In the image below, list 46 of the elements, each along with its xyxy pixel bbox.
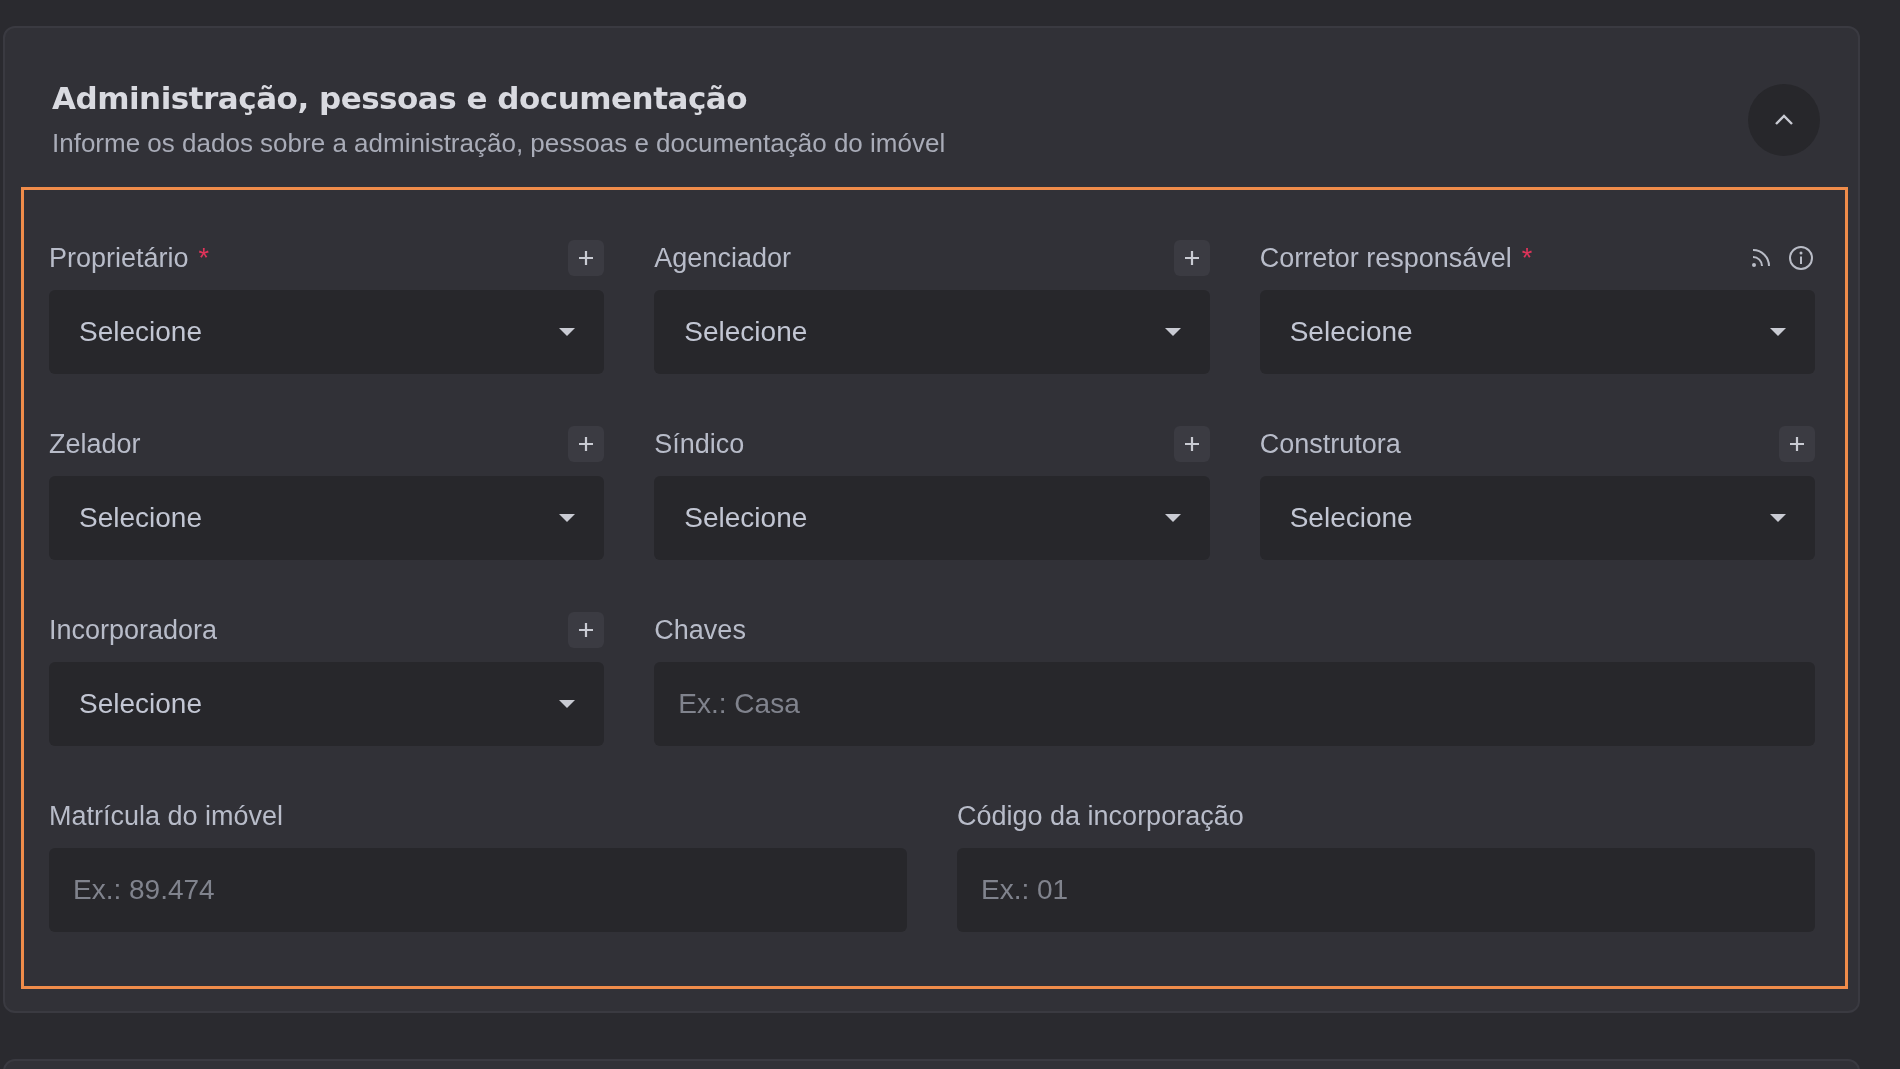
field-label: Código da incorporação [957, 800, 1244, 832]
input-field[interactable]: Ex.: 01 [957, 848, 1815, 932]
select-dropdown[interactable]: Selecione [1259, 476, 1815, 560]
add-button[interactable] [568, 240, 605, 276]
field-label: Construtora [1259, 428, 1401, 460]
section-subtitle: Informe os dados sobre a administração, pessoas e documentação do imóvel [52, 128, 947, 159]
select-dropdown[interactable]: Selecione [654, 476, 1210, 560]
add-button[interactable] [1779, 426, 1815, 462]
select-dropdown[interactable]: Selecione [1259, 290, 1815, 374]
caret-icon [1769, 513, 1787, 523]
info-icon[interactable] [1787, 244, 1815, 272]
plus-icon [577, 249, 596, 267]
caret-icon [1769, 327, 1787, 337]
field-label: Incorporadora [49, 614, 218, 646]
field-label: Corretor responsável [1259, 242, 1512, 274]
field-label: Agenciador [654, 242, 791, 274]
plus-icon [1788, 435, 1806, 453]
required-asterisk: * [1521, 242, 1533, 274]
caret-icon [558, 513, 577, 523]
chevron-up-icon [1773, 112, 1795, 127]
caret-icon [558, 327, 577, 337]
required-asterisk: * [198, 242, 210, 274]
select-dropdown[interactable]: Selecione [49, 476, 605, 560]
plus-icon [1182, 249, 1201, 267]
field-label: Proprietário [49, 242, 189, 274]
field-label: Chaves [654, 614, 746, 646]
add-button[interactable] [1173, 426, 1210, 462]
plus-icon [1182, 435, 1201, 453]
plus-icon [577, 621, 596, 639]
caret-icon [1163, 513, 1182, 523]
select-dropdown[interactable]: Selecione [654, 290, 1210, 374]
add-button[interactable] [568, 612, 605, 648]
rss-feed-icon[interactable] [1749, 246, 1773, 270]
plus-icon [577, 435, 596, 453]
field-label: Síndico [654, 428, 745, 460]
add-button[interactable] [568, 426, 605, 462]
select-dropdown[interactable]: Selecione [49, 290, 605, 374]
field-label: Matrícula do imóvel [49, 800, 284, 832]
section-title: Administração, pessoas e documentação [52, 80, 748, 116]
select-dropdown[interactable]: Selecione [49, 662, 605, 746]
input-field[interactable]: Ex.: Casa [654, 662, 1815, 746]
add-button[interactable] [1173, 240, 1210, 276]
input-field[interactable]: Ex.: 89.474 [49, 848, 907, 932]
caret-icon [1163, 327, 1182, 337]
caret-icon [558, 699, 577, 709]
field-label: Zelador [49, 428, 141, 460]
